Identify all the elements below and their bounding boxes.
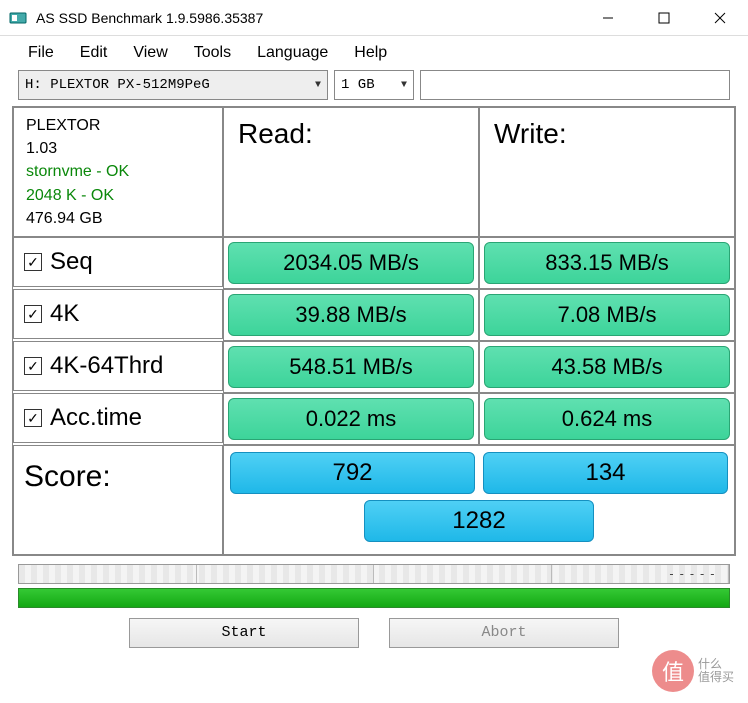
watermark-text: 什么 值得买 xyxy=(698,658,734,684)
score-label: Score: xyxy=(24,460,111,494)
app-icon xyxy=(8,8,28,28)
score-total: 1282 xyxy=(364,500,594,542)
results-panel: PLEXTOR 1.03 stornvme - OK 2048 K - OK 4… xyxy=(12,106,736,556)
4k-checkbox[interactable]: ✓ xyxy=(24,305,42,323)
close-button[interactable] xyxy=(692,0,748,36)
score-cell: 792 134 1282 xyxy=(223,445,735,555)
read-header: Read: xyxy=(223,107,479,237)
drive-name: PLEXTOR xyxy=(26,114,210,137)
seq-read-value: 2034.05 MB/s xyxy=(228,242,474,284)
abort-button: Abort xyxy=(389,618,619,648)
window-title: AS SSD Benchmark 1.9.5986.35387 xyxy=(36,10,580,26)
score-write: 134 xyxy=(483,452,728,494)
score-read: 792 xyxy=(230,452,475,494)
drive-info: PLEXTOR 1.03 stornvme - OK 2048 K - OK 4… xyxy=(13,107,223,237)
score-label-cell: Score: xyxy=(13,445,223,555)
menu-help[interactable]: Help xyxy=(344,42,397,64)
4k64-read-value: 548.51 MB/s xyxy=(228,346,474,388)
size-select-value: 1 GB xyxy=(341,77,375,93)
progress-bar-test: ----- xyxy=(18,564,730,584)
progress-area: ----- xyxy=(0,556,748,610)
size-select[interactable]: 1 GB ▼ xyxy=(334,70,414,100)
4k64-read-cell: 548.51 MB/s xyxy=(223,341,479,393)
status-field xyxy=(420,70,730,100)
menubar: File Edit View Tools Language Help xyxy=(0,36,748,70)
progress-bar-overall xyxy=(18,588,730,608)
drive-select-value: H: PLEXTOR PX-512M9PeG xyxy=(25,77,210,93)
controls-row: H: PLEXTOR PX-512M9PeG ▼ 1 GB ▼ xyxy=(0,70,748,106)
4k-read-cell: 39.88 MB/s xyxy=(223,289,479,341)
maximize-button[interactable] xyxy=(636,0,692,36)
progress-dash: ----- xyxy=(668,567,719,581)
4k64-checkbox[interactable]: ✓ xyxy=(24,357,42,375)
menu-edit[interactable]: Edit xyxy=(70,42,118,64)
acc-write-cell: 0.624 ms xyxy=(479,393,735,445)
4k-label: 4K xyxy=(50,300,79,328)
button-row: Start Abort xyxy=(0,610,748,660)
acc-label: Acc.time xyxy=(50,404,142,432)
menu-language[interactable]: Language xyxy=(247,42,338,64)
chevron-down-icon: ▼ xyxy=(315,80,321,91)
minimize-button[interactable] xyxy=(580,0,636,36)
drive-firmware: 1.03 xyxy=(26,137,210,160)
start-button[interactable]: Start xyxy=(129,618,359,648)
drive-capacity: 476.94 GB xyxy=(26,207,210,230)
seq-label: Seq xyxy=(50,248,93,276)
seq-row-label: ✓ Seq xyxy=(13,237,223,287)
acc-read-value: 0.022 ms xyxy=(228,398,474,440)
seq-write-value: 833.15 MB/s xyxy=(484,242,730,284)
drive-select[interactable]: H: PLEXTOR PX-512M9PeG ▼ xyxy=(18,70,328,100)
seq-checkbox[interactable]: ✓ xyxy=(24,253,42,271)
4k64-write-cell: 43.58 MB/s xyxy=(479,341,735,393)
window-controls xyxy=(580,0,748,35)
menu-file[interactable]: File xyxy=(18,42,64,64)
watermark: 值 什么 值得买 xyxy=(652,645,742,697)
acc-read-cell: 0.022 ms xyxy=(223,393,479,445)
seq-write-cell: 833.15 MB/s xyxy=(479,237,735,289)
4k64-label: 4K-64Thrd xyxy=(50,352,163,380)
acc-row-label: ✓ Acc.time xyxy=(13,393,223,443)
drive-driver-status: stornvme - OK xyxy=(26,160,210,183)
4k64-row-label: ✓ 4K-64Thrd xyxy=(13,341,223,391)
drive-alignment-status: 2048 K - OK xyxy=(26,184,210,207)
acc-write-value: 0.624 ms xyxy=(484,398,730,440)
acc-checkbox[interactable]: ✓ xyxy=(24,409,42,427)
4k-row-label: ✓ 4K xyxy=(13,289,223,339)
4k64-write-value: 43.58 MB/s xyxy=(484,346,730,388)
4k-read-value: 39.88 MB/s xyxy=(228,294,474,336)
write-header: Write: xyxy=(479,107,735,237)
menu-view[interactable]: View xyxy=(123,42,177,64)
chevron-down-icon: ▼ xyxy=(401,80,407,91)
seq-read-cell: 2034.05 MB/s xyxy=(223,237,479,289)
watermark-icon: 值 xyxy=(652,650,694,692)
4k-write-value: 7.08 MB/s xyxy=(484,294,730,336)
menu-tools[interactable]: Tools xyxy=(184,42,241,64)
titlebar: AS SSD Benchmark 1.9.5986.35387 xyxy=(0,0,748,36)
4k-write-cell: 7.08 MB/s xyxy=(479,289,735,341)
